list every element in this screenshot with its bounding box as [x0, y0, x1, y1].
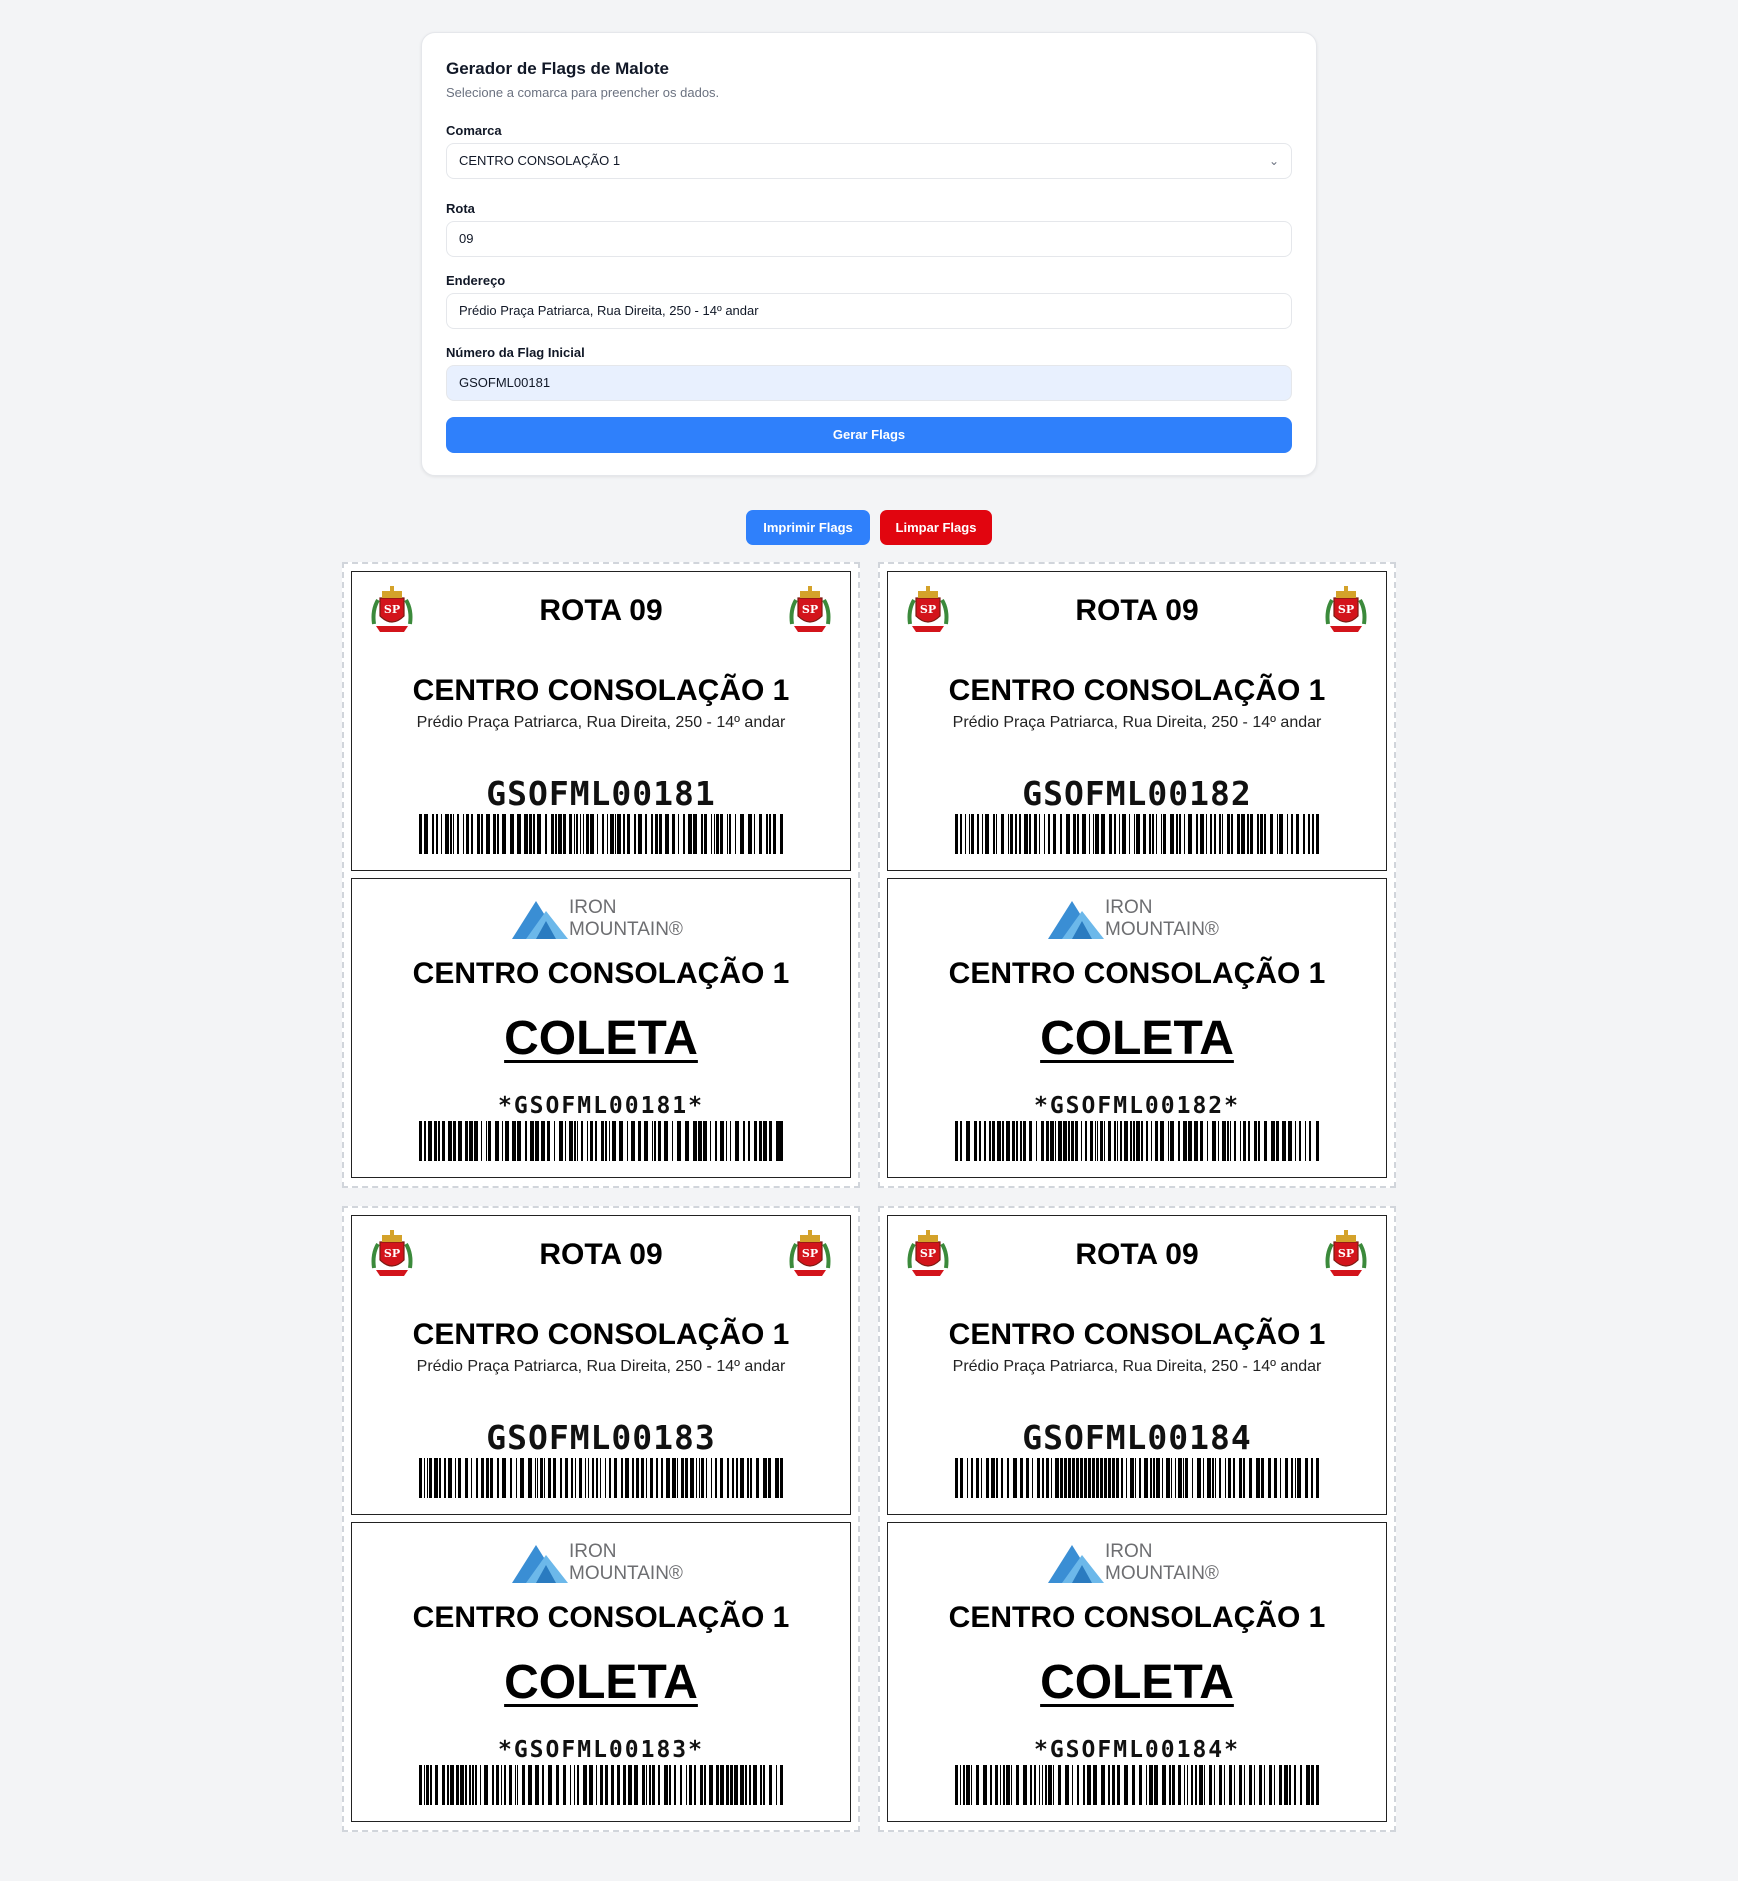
chevron-down-icon: ⌄ — [1268, 154, 1279, 168]
flag-label-top: SP SP ROTA 09 CENTRO CONSOLAÇÃO 1 Prédio Pra… — [351, 571, 851, 871]
iron-mountain-logo-icon — [512, 1539, 568, 1585]
flag-rota: ROTA 09 — [1075, 1238, 1199, 1271]
flag-group: SP SP ROTA 09 CENTRO CONSOLAÇÃO 1 Prédio Pra… — [878, 1206, 1396, 1832]
flag-group: SP SP ROTA 09 CENTRO CONSOLAÇÃO 1 Prédio Pra… — [342, 562, 860, 1188]
barcode — [419, 1458, 783, 1498]
flag-comarca: CENTRO CONSOLAÇÃO 1 — [948, 1318, 1326, 1351]
flag-inicial-input[interactable]: GSOFML00181 — [446, 365, 1292, 401]
rota-input[interactable]: 09 — [446, 221, 1292, 257]
logo-line1: IRON — [569, 1541, 617, 1562]
flag-comarca: CENTRO CONSOLAÇÃO 1 — [412, 674, 790, 707]
barcode — [955, 1458, 1319, 1498]
iron-mountain-logo: IRON MOUNTAIN® — [1048, 1539, 1228, 1585]
logo-line2: MOUNTAIN® — [1105, 1563, 1219, 1584]
logo-line2: MOUNTAIN® — [569, 1563, 683, 1584]
flag-label-bottom: IRON MOUNTAIN® CENTRO CONSOLAÇÃO 1 COLETA *G… — [887, 878, 1387, 1178]
flag-address: Prédio Praça Patriarca, Rua Direita, 250… — [416, 1358, 786, 1375]
barcode — [955, 1765, 1319, 1805]
flag-comarca-bottom: CENTRO CONSOLAÇÃO 1 — [412, 957, 790, 990]
flag-code: GSOFML00182 — [1022, 774, 1252, 813]
iron-mountain-logo-icon — [1048, 895, 1104, 941]
flag-label-bottom: IRON MOUNTAIN® CENTRO CONSOLAÇÃO 1 COLETA *G… — [351, 878, 851, 1178]
flag-rota: ROTA 09 — [1075, 594, 1199, 627]
flag-comarca-bottom: CENTRO CONSOLAÇÃO 1 — [412, 1601, 790, 1634]
flag-rota: ROTA 09 — [539, 594, 663, 627]
imprimir-flags-button[interactable]: Imprimir Flags — [746, 510, 870, 545]
flag-label-bottom: IRON MOUNTAIN® CENTRO CONSOLAÇÃO 1 COLETA *G… — [351, 1522, 851, 1822]
iron-mountain-logo: IRON MOUNTAIN® — [1048, 895, 1228, 941]
flag-comarca: CENTRO CONSOLAÇÃO 1 — [412, 1318, 790, 1351]
rota-input-value: 09 — [459, 231, 474, 246]
endereco-input[interactable]: Prédio Praça Patriarca, Rua Direita, 250… — [446, 293, 1292, 329]
logo-line2: MOUNTAIN® — [1105, 919, 1219, 940]
flag-comarca-bottom: CENTRO CONSOLAÇÃO 1 — [948, 957, 1326, 990]
barcode — [419, 1765, 783, 1805]
iron-mountain-logo: IRON MOUNTAIN® — [512, 895, 692, 941]
flag-star-code: *GSOFML00181* — [497, 1093, 704, 1119]
flag-star-code: *GSOFML00184* — [1033, 1737, 1240, 1763]
barcode — [955, 814, 1319, 854]
flag-address: Prédio Praça Patriarca, Rua Direita, 250… — [416, 714, 786, 731]
form-title: Gerador de Flags de Malote — [446, 59, 669, 78]
flag-code: GSOFML00183 — [486, 1418, 716, 1457]
flag-inicial-input-value: GSOFML00181 — [459, 375, 551, 390]
flag-group: SP SP ROTA 09 CENTRO CONSOLAÇÃO 1 Prédio Pra… — [342, 1206, 860, 1832]
limpar-flags-button[interactable]: Limpar Flags — [880, 510, 992, 545]
flag-star-code: *GSOFML00182* — [1033, 1093, 1240, 1119]
flag-label-top: SP SP ROTA 09 CENTRO CONSOLAÇÃO 1 Prédio Pra… — [887, 1215, 1387, 1515]
comarca-select-value: CENTRO CONSOLAÇÃO 1 — [459, 153, 621, 168]
flag-comarca-bottom: CENTRO CONSOLAÇÃO 1 — [948, 1601, 1326, 1634]
logo-line2: MOUNTAIN® — [569, 919, 683, 940]
coleta-title: COLETA — [504, 1012, 698, 1065]
barcode — [419, 1121, 783, 1161]
endereco-input-value: Prédio Praça Patriarca, Rua Direita, 250… — [459, 303, 759, 318]
gerar-flags-button[interactable]: Gerar Flags — [446, 417, 1292, 453]
barcode — [955, 1121, 1319, 1161]
flag-label-bottom: IRON MOUNTAIN® CENTRO CONSOLAÇÃO 1 COLETA *G… — [887, 1522, 1387, 1822]
flag-code: GSOFML00181 — [486, 774, 716, 813]
flag-comarca: CENTRO CONSOLAÇÃO 1 — [948, 674, 1326, 707]
comarca-label: Comarca — [446, 123, 502, 138]
coleta-title: COLETA — [1040, 1656, 1234, 1709]
logo-line1: IRON — [569, 897, 617, 918]
barcode — [419, 814, 783, 854]
iron-mountain-logo-icon — [512, 895, 568, 941]
iron-mountain-logo: IRON MOUNTAIN® — [512, 1539, 692, 1585]
coleta-title: COLETA — [504, 1656, 698, 1709]
flag-label-top: SP SP ROTA 09 CENTRO CONSOLAÇÃO 1 Prédio Pra… — [351, 1215, 851, 1515]
coleta-title: COLETA — [1040, 1012, 1234, 1065]
flag-code: GSOFML00184 — [1022, 1418, 1252, 1457]
iron-mountain-logo-icon — [1048, 1539, 1104, 1585]
flag-rota: ROTA 09 — [539, 1238, 663, 1271]
flag-address: Prédio Praça Patriarca, Rua Direita, 250… — [952, 714, 1322, 731]
flag-generator-form: Gerador de Flags de Malote Selecione a c… — [421, 32, 1317, 476]
flag-address: Prédio Praça Patriarca, Rua Direita, 250… — [952, 1358, 1322, 1375]
flag-inicial-label: Número da Flag Inicial — [446, 345, 585, 360]
comarca-select[interactable]: CENTRO CONSOLAÇÃO 1 ⌄ — [446, 143, 1292, 179]
rota-label: Rota — [446, 201, 475, 216]
flag-label-top: SP SP ROTA 09 CENTRO CONSOLAÇÃO 1 Prédio Pra… — [887, 571, 1387, 871]
flag-group: SP SP ROTA 09 CENTRO CONSOLAÇÃO 1 Prédio Pra… — [878, 562, 1396, 1188]
flag-star-code: *GSOFML00183* — [497, 1737, 704, 1763]
form-subtitle: Selecione a comarca para preencher os da… — [446, 85, 720, 100]
logo-line1: IRON — [1105, 897, 1153, 918]
logo-line1: IRON — [1105, 1541, 1153, 1562]
endereco-label: Endereço — [446, 273, 506, 288]
